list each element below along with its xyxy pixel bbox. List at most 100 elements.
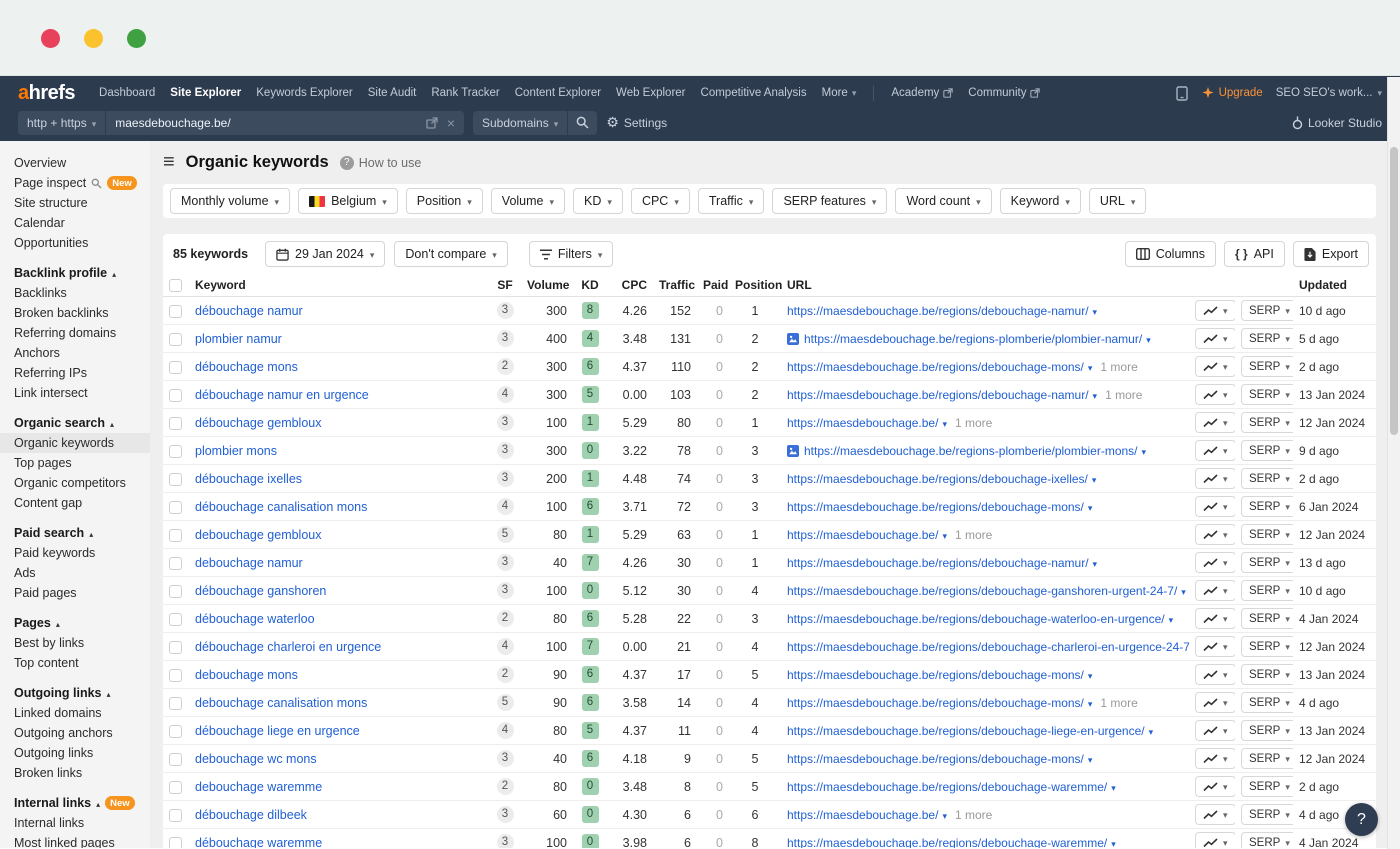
chevron-down-icon[interactable] [1169, 612, 1174, 626]
sidebar-item-organic-keywords[interactable]: Organic keywords [0, 433, 150, 453]
trend-chart-button[interactable] [1195, 524, 1235, 545]
serp-button[interactable]: SERP [1241, 524, 1293, 545]
how-to-use-link[interactable]: How to use [340, 156, 422, 170]
serp-button[interactable]: SERP [1241, 608, 1293, 629]
url-link[interactable]: https://maesdebouchage.be/regions/debouc… [787, 640, 1189, 654]
chevron-down-icon[interactable] [1088, 696, 1093, 710]
sidebar-section-internal-links[interactable]: Internal linksNew [14, 793, 150, 813]
url-link[interactable]: https://maesdebouchage.be/ [787, 528, 938, 542]
keyword-link[interactable]: débouchage ixelles [195, 472, 302, 486]
sidebar-item-internal-links[interactable]: Internal links [14, 813, 150, 833]
nav-item-web-explorer[interactable]: Web Explorer [616, 87, 685, 99]
url-link[interactable]: https://maesdebouchage.be/ [787, 808, 938, 822]
keyword-link[interactable]: plombier namur [195, 332, 282, 346]
chevron-down-icon[interactable] [1146, 332, 1151, 346]
row-checkbox[interactable] [169, 837, 182, 848]
filters-button[interactable]: Filters [529, 241, 614, 267]
serp-button[interactable]: SERP [1241, 664, 1293, 685]
sidebar-section-paid-search[interactable]: Paid search [14, 523, 150, 543]
keyword-link[interactable]: debouchage waremme [195, 780, 322, 794]
keyword-link[interactable]: débouchage dilbeek [195, 808, 307, 822]
row-checkbox[interactable] [169, 781, 182, 794]
nav-item-content-explorer[interactable]: Content Explorer [515, 87, 601, 99]
column-header-url[interactable]: URL [781, 274, 1189, 297]
export-button[interactable]: Export [1293, 241, 1369, 267]
url-link[interactable]: https://maesdebouchage.be/regions/debouc… [787, 388, 1089, 402]
row-checkbox[interactable] [169, 669, 182, 682]
sidebar-item-backlinks[interactable]: Backlinks [14, 283, 150, 303]
api-button[interactable]: { } API [1224, 241, 1285, 267]
row-checkbox[interactable] [169, 473, 182, 486]
keyword-link[interactable]: débouchage canalisation mons [195, 500, 367, 514]
trend-chart-button[interactable] [1195, 748, 1235, 769]
serp-button[interactable]: SERP [1241, 468, 1293, 489]
nav-item-competitive-analysis[interactable]: Competitive Analysis [701, 87, 807, 99]
trend-chart-button[interactable] [1195, 664, 1235, 685]
trend-chart-button[interactable] [1195, 776, 1235, 797]
keyword-link[interactable]: débouchage ganshoren [195, 584, 326, 598]
settings-button[interactable]: Settings [606, 114, 667, 131]
chevron-down-icon[interactable] [1111, 780, 1116, 794]
keyword-link[interactable]: débouchage waremme [195, 836, 322, 848]
window-minimize-button[interactable] [84, 29, 103, 48]
sidebar-section-outgoing-links[interactable]: Outgoing links [14, 683, 150, 703]
chevron-down-icon[interactable] [942, 808, 947, 822]
trend-chart-button[interactable] [1195, 804, 1235, 825]
url-link[interactable]: https://maesdebouchage.be/regions/debouc… [787, 780, 1107, 794]
sidebar-item-link-intersect[interactable]: Link intersect [14, 383, 150, 403]
protocol-select[interactable]: http + https [18, 111, 106, 135]
filter-traffic[interactable]: Traffic [698, 188, 765, 214]
filter-cpc[interactable]: CPC [631, 188, 690, 214]
scrollbar-thumb[interactable] [1390, 147, 1398, 435]
trend-chart-button[interactable] [1195, 412, 1235, 433]
clear-input-icon[interactable]: × [447, 116, 455, 130]
serp-button[interactable]: SERP [1241, 328, 1293, 349]
sidebar-item-linked-domains[interactable]: Linked domains [14, 703, 150, 723]
sidebar-item-outgoing-links[interactable]: Outgoing links [14, 743, 150, 763]
keyword-link[interactable]: débouchage gembloux [195, 416, 322, 430]
url-link[interactable]: https://maesdebouchage.be/regions/debouc… [787, 696, 1084, 710]
trend-chart-button[interactable] [1195, 720, 1235, 741]
sidebar-item-referring-domains[interactable]: Referring domains [14, 323, 150, 343]
chevron-down-icon[interactable] [1093, 388, 1098, 402]
nav-item-more[interactable]: More [822, 87, 857, 99]
column-header-updated[interactable]: Updated [1293, 274, 1376, 297]
sidebar-item-calendar[interactable]: Calendar [14, 213, 150, 233]
keyword-link[interactable]: débouchage liege en urgence [195, 724, 360, 738]
serp-button[interactable]: SERP [1241, 300, 1293, 321]
serp-button[interactable]: SERP [1241, 832, 1293, 848]
nav-item-site-explorer[interactable]: Site Explorer [170, 87, 241, 99]
trend-chart-button[interactable] [1195, 608, 1235, 629]
row-checkbox[interactable] [169, 753, 182, 766]
row-checkbox[interactable] [169, 585, 182, 598]
sidebar-item-opportunities[interactable]: Opportunities [14, 233, 150, 253]
sidebar-item-broken-backlinks[interactable]: Broken backlinks [14, 303, 150, 323]
trend-chart-button[interactable] [1195, 580, 1235, 601]
reports-menu-icon[interactable] [163, 152, 175, 173]
url-link[interactable]: https://maesdebouchage.be/regions/debouc… [787, 472, 1088, 486]
filter-serp-features[interactable]: SERP features [772, 188, 887, 214]
upgrade-button[interactable]: Upgrade [1202, 87, 1263, 99]
keyword-link[interactable]: débouchage charleroi en urgence [195, 640, 381, 654]
serp-button[interactable]: SERP [1241, 776, 1293, 797]
row-checkbox[interactable] [169, 305, 182, 318]
ahrefs-logo[interactable]: ahrefs [18, 82, 75, 105]
trend-chart-button[interactable] [1195, 356, 1235, 377]
filter-volume[interactable]: Volume [491, 188, 565, 214]
chevron-down-icon[interactable] [942, 528, 947, 542]
chevron-down-icon[interactable] [1088, 500, 1093, 514]
serp-button[interactable]: SERP [1241, 720, 1293, 741]
url-link[interactable]: https://maesdebouchage.be/ [787, 416, 938, 430]
url-link[interactable]: https://maesdebouchage.be/regions/debouc… [787, 360, 1084, 374]
chevron-down-icon[interactable] [1093, 304, 1098, 318]
date-picker-button[interactable]: 29 Jan 2024 [265, 241, 385, 267]
window-zoom-button[interactable] [127, 29, 146, 48]
trend-chart-button[interactable] [1195, 692, 1235, 713]
row-checkbox[interactable] [169, 641, 182, 654]
column-header-sf[interactable]: SF [489, 274, 521, 297]
trend-chart-button[interactable] [1195, 300, 1235, 321]
sidebar-item-overview[interactable]: Overview [14, 153, 150, 173]
filter-keyword[interactable]: Keyword [1000, 188, 1081, 214]
sidebar-item-best-by-links[interactable]: Best by links [14, 633, 150, 653]
columns-button[interactable]: Columns [1125, 241, 1216, 267]
